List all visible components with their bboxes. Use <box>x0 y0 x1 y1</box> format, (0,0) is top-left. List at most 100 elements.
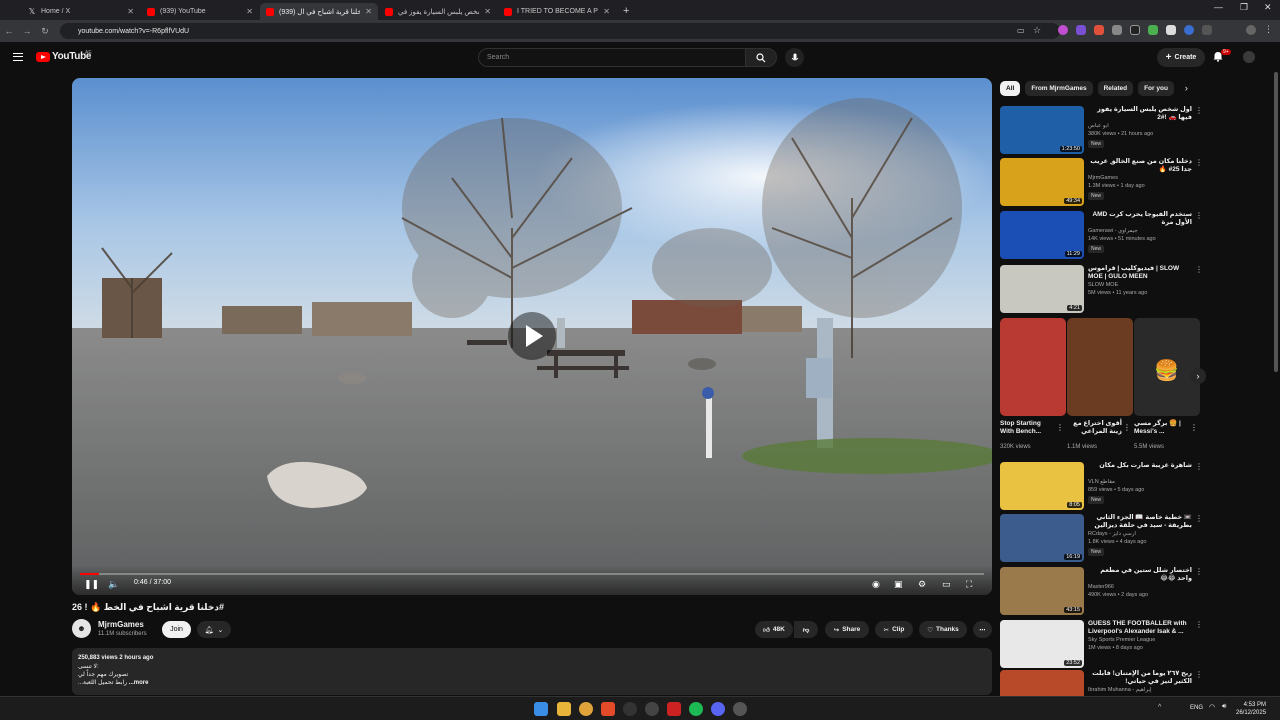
new-tab-button[interactable]: + <box>623 3 629 20</box>
channel-name[interactable]: MjrmGames <box>98 620 144 629</box>
thanks-button[interactable]: ♡ Thanks <box>919 621 967 638</box>
extension-icon[interactable] <box>1112 25 1122 35</box>
share-button[interactable]: ↪ Share <box>825 621 869 638</box>
forward-icon[interactable]: → <box>18 26 36 36</box>
close-window-icon[interactable]: ✕ <box>1264 2 1272 13</box>
close-tab-icon[interactable]: ✕ <box>246 7 253 16</box>
close-tab-icon[interactable]: ✕ <box>365 7 372 16</box>
more-options-icon[interactable]: ⋮ <box>1195 106 1203 115</box>
extension-icon[interactable] <box>1094 25 1104 35</box>
recommended-video[interactable]: 1:23:50 اول شخص يلبس السيارة يفوز فيها 🚗… <box>1000 106 1203 154</box>
recommended-video[interactable]: 16:19 📼 خطبة خاصة 📖 الجزء الثاني بطريقة … <box>1000 514 1203 562</box>
pause-icon[interactable]: ❚❚ <box>84 579 99 590</box>
chrome-icon[interactable] <box>579 702 593 716</box>
youtube-logo-icon[interactable] <box>36 52 50 62</box>
short-thumbnail[interactable]: 🍔 <box>1134 318 1200 416</box>
tray-chevron-icon[interactable]: ^ <box>1158 704 1161 711</box>
minimize-icon[interactable]: — <box>1214 2 1223 12</box>
extension-icon[interactable] <box>1184 25 1194 35</box>
recommended-video[interactable]: 4:21 فيديوكليب | قرأموس | SLOW MOE | GUL… <box>1000 265 1203 313</box>
more-link[interactable]: ...more <box>129 680 149 686</box>
more-options-icon[interactable]: ⋮ <box>1195 211 1203 220</box>
language-indicator[interactable]: ENG <box>1190 705 1203 711</box>
recommended-video[interactable]: 11:29 ستخدم الفيوجا يحرب كرت AMD الأول م… <box>1000 211 1203 259</box>
more-options-icon[interactable]: ⋮ <box>1195 462 1203 471</box>
video-thumbnail[interactable]: 1:23:50 <box>1000 106 1084 154</box>
video-thumbnail[interactable]: 49:34 <box>1000 158 1084 206</box>
tab-youtube-home[interactable]: (939) YouTube ✕ <box>141 3 259 20</box>
settings-gear-icon[interactable]: ⚙ <box>918 579 926 590</box>
progress-bar[interactable] <box>80 573 984 575</box>
video-thumbnail[interactable]: 11:29 <box>1000 211 1084 259</box>
app-icon[interactable] <box>733 702 747 716</box>
chip-for-you[interactable]: For you <box>1138 81 1174 96</box>
short-thumbnail[interactable] <box>1067 318 1133 416</box>
back-icon[interactable]: ← <box>0 26 18 36</box>
subtitles-icon[interactable]: ▣ <box>894 579 903 590</box>
clip-button[interactable]: ✂ Clip <box>875 621 913 638</box>
menu-icon[interactable] <box>13 53 23 61</box>
video-thumbnail[interactable]: 23:52 <box>1000 620 1084 668</box>
dislike-button[interactable]: 👎︎ <box>794 621 818 638</box>
recommended-video[interactable]: 8:05 شاهرة غريبة صارت بكل مكان VLN مقاطع… <box>1000 462 1203 510</box>
play-overlay-button[interactable] <box>508 312 556 360</box>
video-thumbnail[interactable]: 43:15 <box>1000 567 1084 615</box>
like-button[interactable]: 👍︎ 48K <box>755 621 793 638</box>
extension-icon[interactable] <box>1166 25 1176 35</box>
more-options-icon[interactable]: ⋮ <box>1195 265 1203 274</box>
video-thumbnail[interactable] <box>1000 670 1084 696</box>
speaker-icon[interactable]: 🔊︎ <box>1222 703 1226 711</box>
start-windows-icon[interactable] <box>534 702 548 716</box>
search-button[interactable] <box>745 48 777 67</box>
search-input[interactable]: Search <box>478 48 746 67</box>
join-button[interactable]: Join <box>162 621 191 638</box>
autoplay-toggle-icon[interactable]: ◉ <box>872 579 880 590</box>
video-player[interactable]: ❚❚ 🔈 0:46 / 37:00 ◉ ▣ ⚙ ▭ ⛶ <box>72 78 992 595</box>
tab-current-video[interactable]: (939) دخلنا قرية اشباح في ال ✕ <box>260 3 378 20</box>
description-box[interactable]: 250,883 views 2 hours ago لا تنسى: تصوير… <box>72 648 992 695</box>
video-thumbnail[interactable]: 16:19 <box>1000 514 1084 562</box>
system-clock[interactable]: 4:53 PM 26/12/2025 <box>1236 701 1266 717</box>
channel-avatar[interactable]: ☻ <box>72 619 91 638</box>
url-field[interactable]: youtube.com/watch?v=-R6pflfVUdU <box>60 23 1060 39</box>
extension-icon[interactable] <box>1076 25 1086 35</box>
account-avatar[interactable] <box>1243 51 1255 63</box>
close-tab-icon[interactable]: ✕ <box>484 7 491 16</box>
page-scrollbar[interactable] <box>1274 72 1278 372</box>
extensions-puzzle-icon[interactable] <box>1202 25 1212 35</box>
extension-icon[interactable] <box>1148 25 1158 35</box>
recommended-video[interactable]: 43:15 اختصار شلل ستين في مطعم واحد 😂😂 Ma… <box>1000 567 1203 615</box>
close-tab-icon[interactable]: ✕ <box>127 7 134 16</box>
video-thumbnail[interactable]: 8:05 <box>1000 462 1084 510</box>
more-options-icon[interactable]: ⋮ <box>1195 670 1200 679</box>
more-options-icon[interactable]: ⋮ <box>1195 567 1203 576</box>
more-options-icon[interactable]: ⋮ <box>1195 158 1203 167</box>
more-options-icon[interactable]: ⋮ <box>1056 423 1064 432</box>
extension-icon[interactable] <box>1130 25 1140 35</box>
maximize-icon[interactable]: ❐ <box>1240 2 1248 13</box>
discord-icon[interactable] <box>711 702 725 716</box>
profile-icon[interactable] <box>1246 25 1256 35</box>
app-icon[interactable] <box>667 702 681 716</box>
recommended-video[interactable]: ربح ٢٦٧ يوماً من الإمتنان! فابلت الكثير … <box>1000 670 1200 696</box>
tab-video-3[interactable]: I TRIED TO BECOME A PROFESS ✕ <box>498 3 616 20</box>
chip-from-channel[interactable]: From MjrmGames <box>1025 81 1093 96</box>
chip-all[interactable]: All <box>1000 81 1021 96</box>
recommended-video[interactable]: 23:52 GUESS THE FOOTBALLER with Liverpoo… <box>1000 620 1203 668</box>
extension-icon[interactable] <box>1058 25 1068 35</box>
more-actions-button[interactable]: ⋯ <box>973 621 992 638</box>
recommended-video[interactable]: 49:34 دخلنا مكان من صنع الخالق غريب جدا … <box>1000 158 1203 206</box>
voice-search-button[interactable] <box>785 48 804 67</box>
short-thumbnail[interactable] <box>1000 318 1066 416</box>
app-icon[interactable] <box>645 702 659 716</box>
browser-menu-icon[interactable]: ⋮ <box>1264 24 1274 34</box>
brave-icon[interactable] <box>601 702 615 716</box>
shorts-next-button[interactable]: › <box>1190 368 1206 384</box>
more-options-icon[interactable]: ⋮ <box>1195 620 1203 629</box>
create-button[interactable]: + Create <box>1157 48 1205 67</box>
close-tab-icon[interactable]: ✕ <box>603 7 610 16</box>
volume-icon[interactable]: 🔈 <box>108 579 119 590</box>
cast-icon[interactable]: ▭ <box>1017 26 1027 36</box>
more-options-icon[interactable]: ⋮ <box>1123 423 1131 432</box>
more-options-icon[interactable]: ⋮ <box>1190 423 1198 432</box>
